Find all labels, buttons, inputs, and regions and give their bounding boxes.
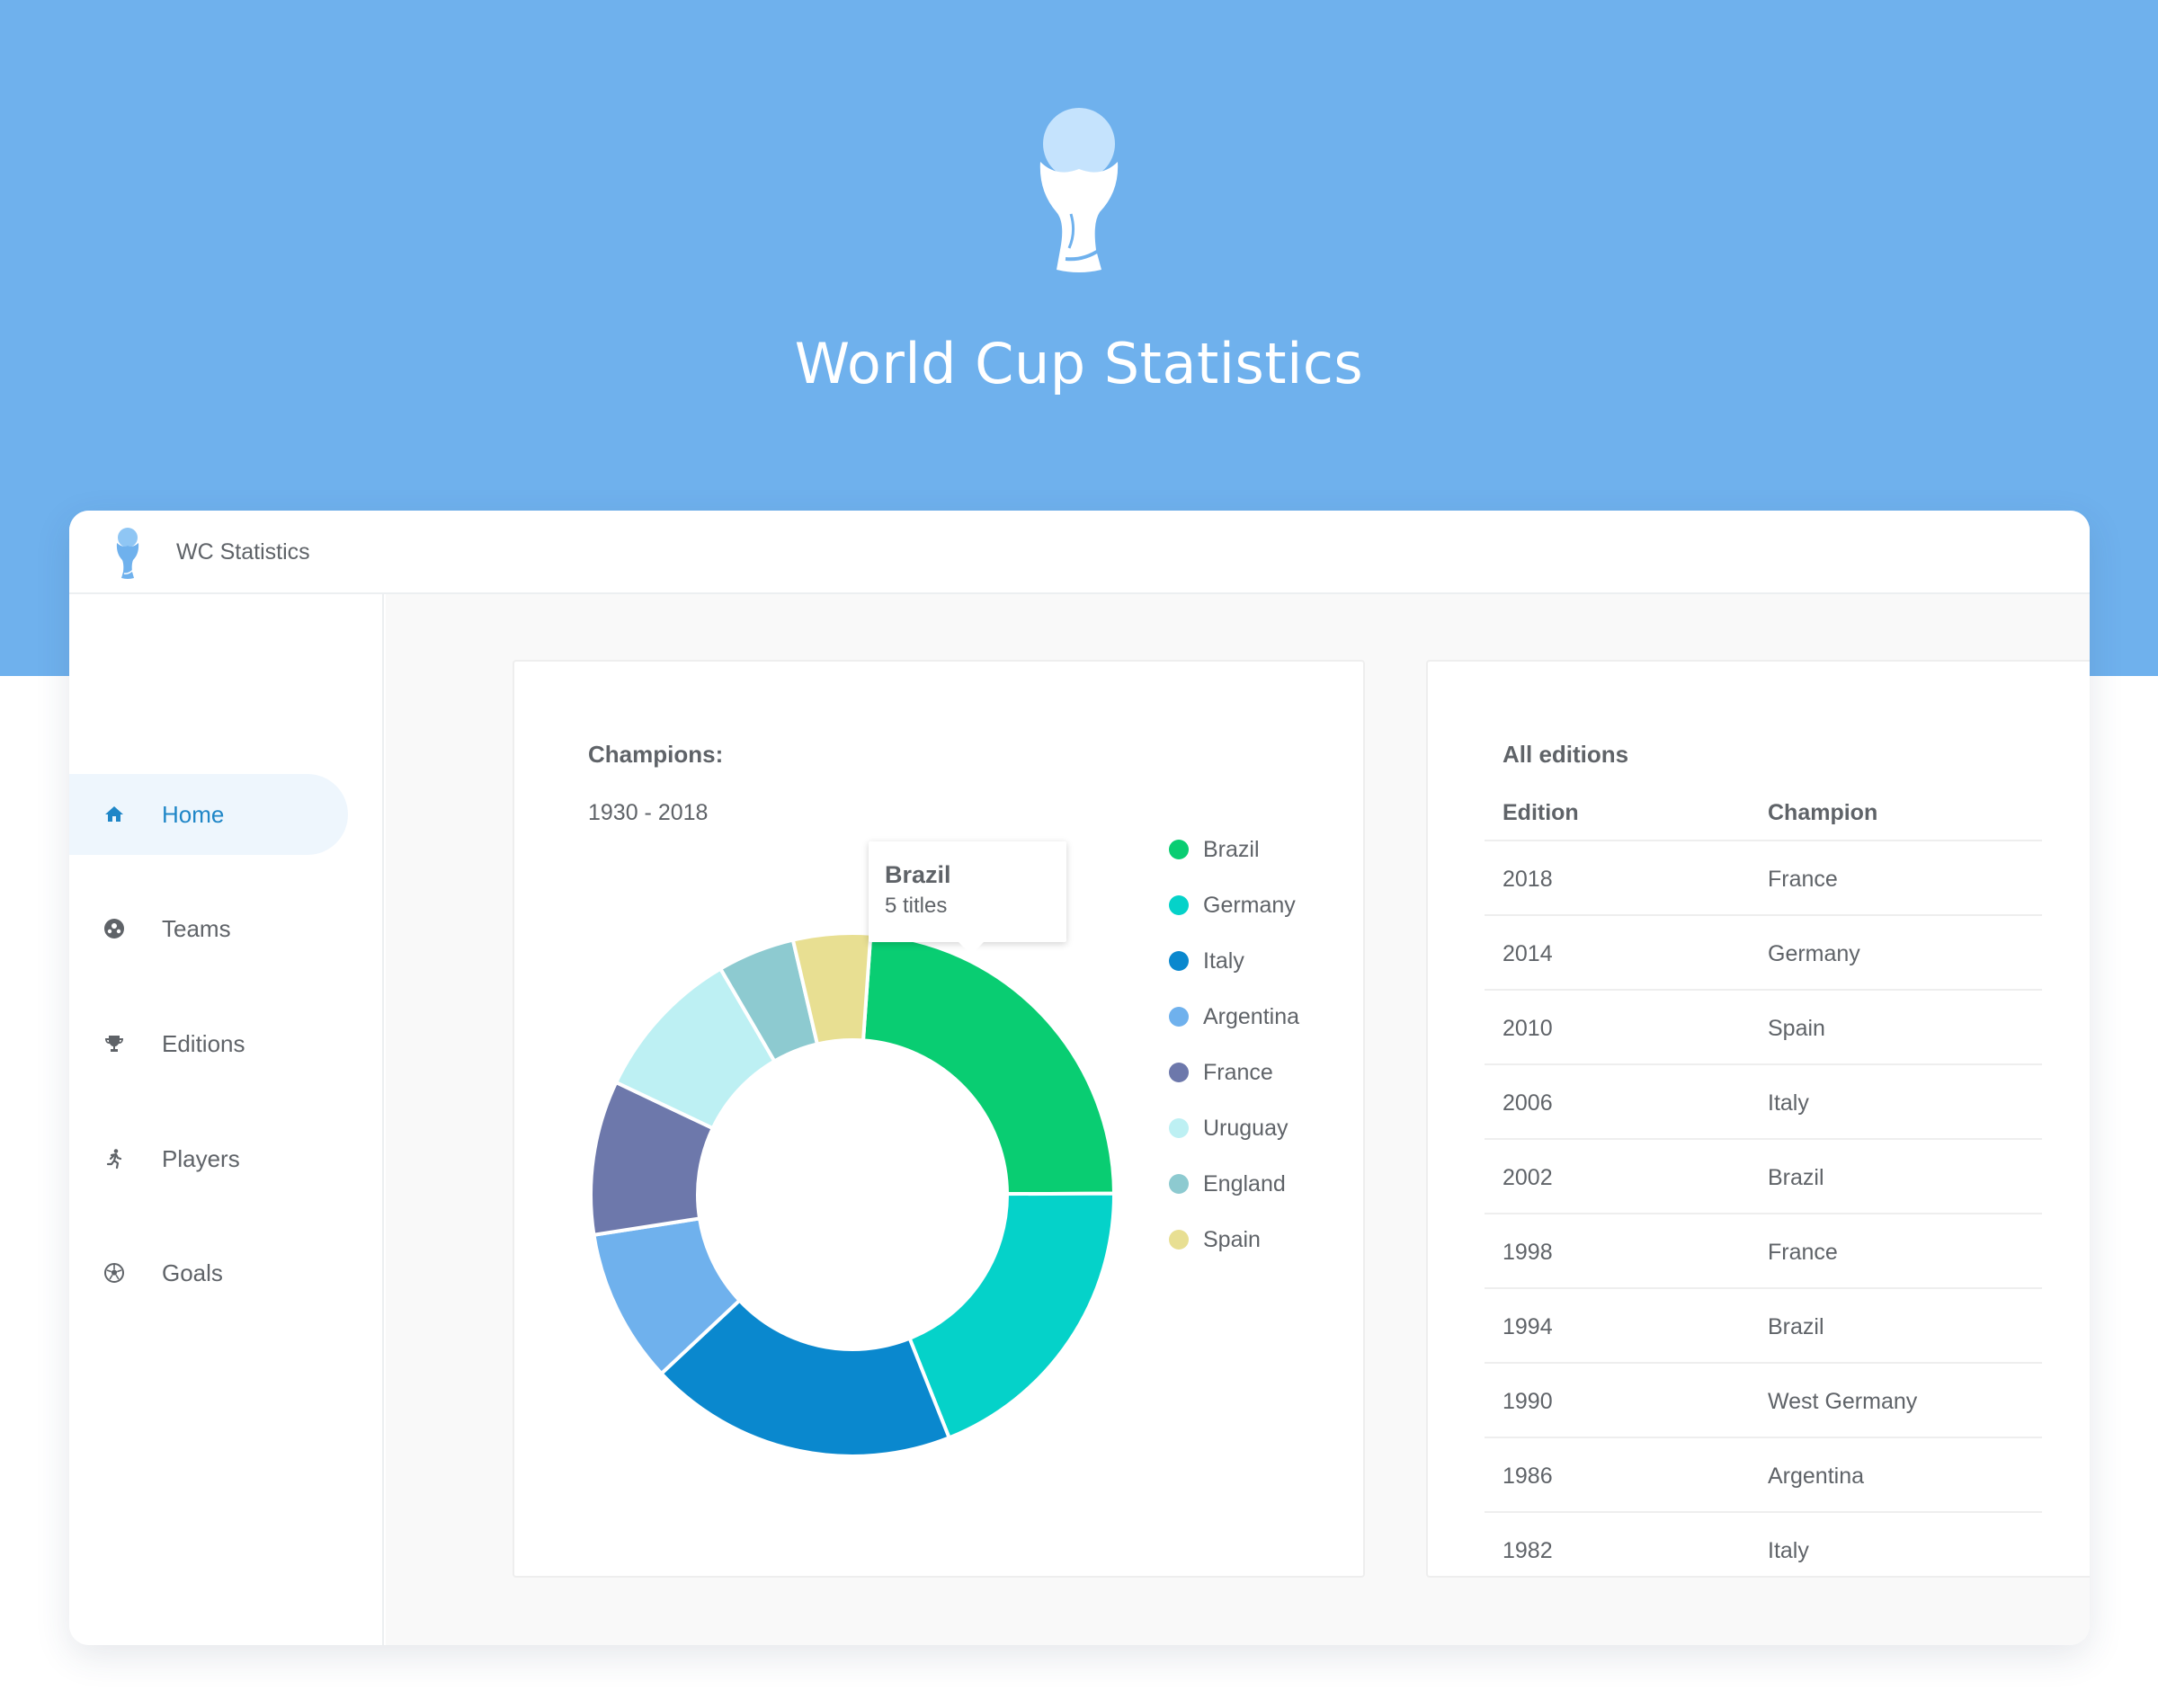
table-title: All editions [1503,741,1629,768]
champion-cell: Germany [1768,941,1860,966]
table-row[interactable]: 2006 Italy [1485,1065,2042,1140]
table-header: Edition Champion [1485,780,2042,841]
legend-swatch [1169,1007,1189,1027]
edition-cell: 1990 [1503,1389,1553,1414]
edition-cell: 2002 [1503,1165,1553,1190]
sidebar-item-goals[interactable]: Goals [69,1232,348,1313]
trophy-icon [103,1032,126,1055]
legend-label: Italy [1203,947,1244,974]
app-title: WC Statistics [176,539,310,565]
home-icon [103,803,126,826]
table-row[interactable]: 2014 Germany [1485,916,2042,991]
table-row[interactable]: 1990 West Germany [1485,1364,2042,1438]
legend-item[interactable]: Argentina [1169,999,1299,1035]
legend-label: Argentina [1203,1003,1300,1029]
sidebar-item-label: Editions [162,1029,245,1057]
donut-slice-brazil[interactable] [861,931,1117,1196]
legend-swatch [1169,1063,1189,1082]
column-header-champion: Champion [1768,800,1878,825]
champion-cell: France [1768,1240,1838,1265]
sidebar-item-label: Goals [162,1259,223,1286]
soccer-ball-icon [103,917,126,940]
sidebar-item-teams[interactable]: Teams [69,888,348,969]
legend-item[interactable]: Germany [1169,887,1296,923]
app-topbar: WC Statistics [69,511,2090,594]
champion-cell: Spain [1768,1016,1825,1041]
edition-cell: 1998 [1503,1240,1553,1265]
champion-cell: France [1768,867,1838,892]
trophy-icon [1039,108,1119,272]
table-row[interactable]: 1982 Italy [1485,1513,2042,1576]
legend-label: Germany [1203,892,1296,918]
legend-item[interactable]: France [1169,1054,1273,1090]
sidebar-item-editions[interactable]: Editions [69,1003,348,1084]
sidebar: Home Teams Editions Players Goals [69,594,384,1645]
sidebar-item-label: Teams [162,914,231,942]
app-window: WC Statistics Home Teams Editions Player… [69,511,2090,1645]
edition-cell: 1982 [1503,1538,1553,1563]
sidebar-item-players[interactable]: Players [69,1118,348,1199]
donut-slice-germany[interactable] [907,1191,1116,1440]
edition-cell: 2014 [1503,941,1553,966]
legend-swatch [1169,1174,1189,1194]
table-row[interactable]: 1994 Brazil [1485,1289,2042,1364]
champion-cell: Brazil [1768,1314,1824,1339]
legend-swatch [1169,895,1189,915]
champions-card: Champions: 1930 - 2018 Brazil Germany Ital… [513,660,1365,1578]
table-row[interactable]: 2002 Brazil [1485,1140,2042,1214]
table-row[interactable]: 2010 Spain [1485,991,2042,1065]
legend-swatch [1169,951,1189,971]
tooltip-value: 5 titles [885,894,948,918]
legend-swatch [1169,840,1189,859]
champion-cell: Argentina [1768,1463,1865,1489]
edition-cell: 1994 [1503,1314,1553,1339]
tooltip-title: Brazil [885,861,951,888]
champion-cell: Brazil [1768,1165,1824,1190]
chart-tooltip: Brazil 5 titles [869,841,1066,955]
champion-cell: Italy [1768,1090,1809,1116]
edition-cell: 2010 [1503,1016,1553,1041]
legend-label: France [1203,1059,1273,1085]
main-content: Champions: 1930 - 2018 Brazil Germany Ital… [386,594,2090,1645]
champion-cell: Italy [1768,1538,1809,1563]
legend-item[interactable]: Spain [1169,1222,1261,1258]
legend-swatch [1169,1230,1189,1250]
champion-cell: West Germany [1768,1389,1918,1414]
table-row[interactable]: 2018 France [1485,841,2042,916]
goal-ball-icon [103,1261,126,1285]
edition-cell: 1986 [1503,1463,1553,1489]
edition-cell: 2018 [1503,867,1553,892]
legend-swatch [1169,1118,1189,1138]
editions-card: All editions Edition Champion 2018 France… [1426,660,2090,1578]
legend-item[interactable]: Brazil [1169,832,1260,867]
legend-label: Spain [1203,1226,1261,1252]
legend-item[interactable]: Italy [1169,943,1244,979]
running-person-icon [103,1147,126,1170]
table-row[interactable]: 1998 France [1485,1214,2042,1289]
sidebar-item-label: Home [162,800,225,828]
legend-item[interactable]: England [1169,1166,1286,1202]
table-row[interactable]: 1986 Argentina [1485,1438,2042,1513]
legend-label: Uruguay [1203,1115,1289,1141]
edition-cell: 2006 [1503,1090,1553,1116]
column-header-edition: Edition [1503,800,1579,825]
legend-label: Brazil [1203,836,1260,862]
sidebar-item-label: Players [162,1144,240,1172]
sidebar-item-home[interactable]: Home [69,774,348,855]
legend-label: England [1203,1170,1286,1196]
legend-item[interactable]: Uruguay [1169,1110,1289,1146]
trophy-icon [116,528,139,579]
hero-title: World Cup Statistics [794,331,1364,396]
